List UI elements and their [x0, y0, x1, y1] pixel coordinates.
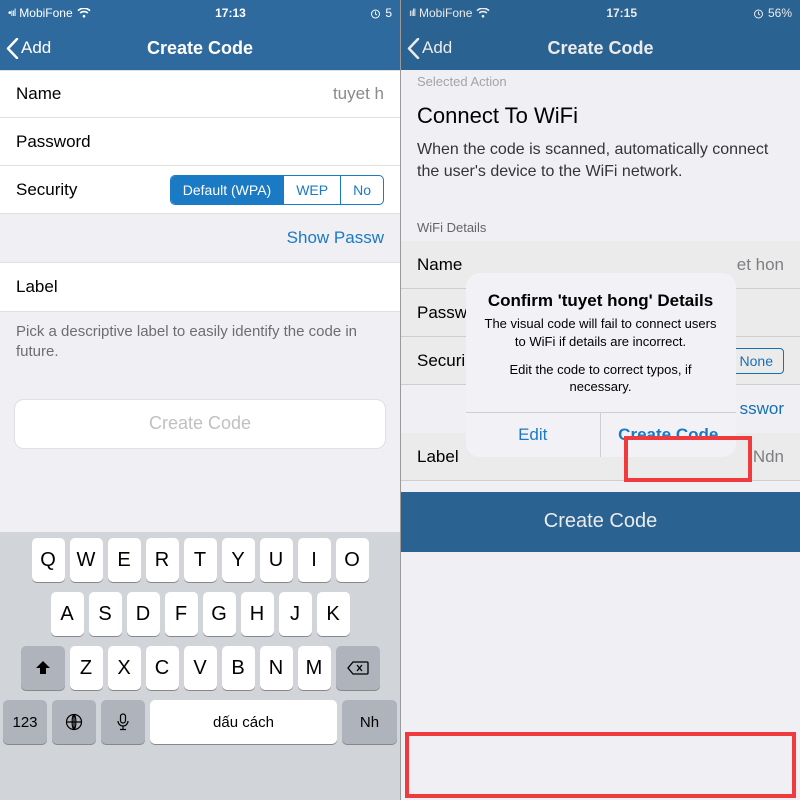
key-x[interactable]: X — [108, 646, 141, 690]
back-label: Add — [21, 38, 51, 58]
key-d[interactable]: D — [127, 592, 160, 636]
mic-key[interactable] — [101, 700, 145, 744]
key-o[interactable]: O — [336, 538, 369, 582]
key-e[interactable]: E — [108, 538, 141, 582]
seg-wep[interactable]: WEP — [283, 176, 340, 204]
key-w[interactable]: W — [70, 538, 103, 582]
page-title: Create Code — [0, 38, 400, 59]
confirm-alert: Confirm 'tuyet hong' Details The visual … — [466, 273, 736, 456]
key-c[interactable]: C — [146, 646, 179, 690]
seg-none[interactable]: No — [340, 176, 383, 204]
key-a[interactable]: A — [51, 592, 84, 636]
key-j[interactable]: J — [279, 592, 312, 636]
key-t[interactable]: T — [184, 538, 217, 582]
alarm-icon — [370, 8, 381, 19]
screenshot-left: •ııl MobiFone 17:13 5 Add Create Code Na… — [0, 0, 400, 800]
label-header[interactable]: Label — [0, 262, 400, 312]
key-q[interactable]: Q — [32, 538, 65, 582]
signal-icon: •ııl — [8, 8, 15, 19]
key-y[interactable]: Y — [222, 538, 255, 582]
modal-overlay: Confirm 'tuyet hong' Details The visual … — [401, 0, 800, 800]
create-code-button[interactable]: Create Code — [14, 399, 386, 449]
key-h[interactable]: H — [241, 592, 274, 636]
seg-default-wpa[interactable]: Default (WPA) — [171, 176, 283, 204]
name-row[interactable]: Name tuyet h — [0, 70, 400, 118]
backspace-key[interactable] — [336, 646, 380, 690]
key-v[interactable]: V — [184, 646, 217, 690]
key-k[interactable]: K — [317, 592, 350, 636]
screenshot-right: ııll MobiFone 17:15 56% Add Create Code … — [400, 0, 800, 800]
space-key[interactable]: dấu cách — [150, 700, 337, 744]
key-g[interactable]: G — [203, 592, 236, 636]
alert-edit-button[interactable]: Edit — [466, 413, 601, 457]
alert-create-button[interactable]: Create Code — [600, 413, 736, 457]
password-row[interactable]: Password — [0, 118, 400, 166]
password-label: Password — [16, 132, 384, 152]
globe-key[interactable] — [52, 700, 96, 744]
security-segment[interactable]: Default (WPA) WEP No — [170, 175, 384, 205]
key-b[interactable]: B — [222, 646, 255, 690]
key-z[interactable]: Z — [70, 646, 103, 690]
wifi-icon — [77, 8, 91, 18]
return-key[interactable]: Nh — [342, 700, 397, 744]
key-i[interactable]: I — [298, 538, 331, 582]
carrier-label: MobiFone — [19, 6, 72, 20]
alert-title: Confirm 'tuyet hong' Details — [466, 273, 736, 315]
label-footer: Pick a descriptive label to easily ident… — [0, 312, 400, 383]
shift-key[interactable] — [21, 646, 65, 690]
keyboard[interactable]: QWERTYUIO ASDFGHJK ZXCVBNM 123 dấu cách … — [0, 532, 400, 800]
security-row: Security Default (WPA) WEP No — [0, 166, 400, 214]
key-u[interactable]: U — [260, 538, 293, 582]
show-password-link[interactable]: Show Passw — [0, 214, 400, 262]
form-content: Name tuyet h Password Security Default (… — [0, 70, 400, 449]
nav-bar: Add Create Code — [0, 26, 400, 70]
key-s[interactable]: S — [89, 592, 122, 636]
key-r[interactable]: R — [146, 538, 179, 582]
battery-label: 5 — [385, 6, 392, 20]
name-value: tuyet h — [333, 84, 384, 104]
security-label: Security — [16, 180, 170, 200]
key-m[interactable]: M — [298, 646, 331, 690]
back-button[interactable]: Add — [6, 38, 51, 59]
key-n[interactable]: N — [260, 646, 293, 690]
alert-message-2: Edit the code to correct typos, if neces… — [466, 357, 736, 412]
name-label: Name — [16, 84, 333, 104]
numbers-key[interactable]: 123 — [3, 700, 47, 744]
clock-label: 17:13 — [91, 6, 371, 20]
status-bar: •ııl MobiFone 17:13 5 — [0, 0, 400, 26]
key-f[interactable]: F — [165, 592, 198, 636]
alert-message-1: The visual code will fail to connect use… — [466, 315, 736, 356]
